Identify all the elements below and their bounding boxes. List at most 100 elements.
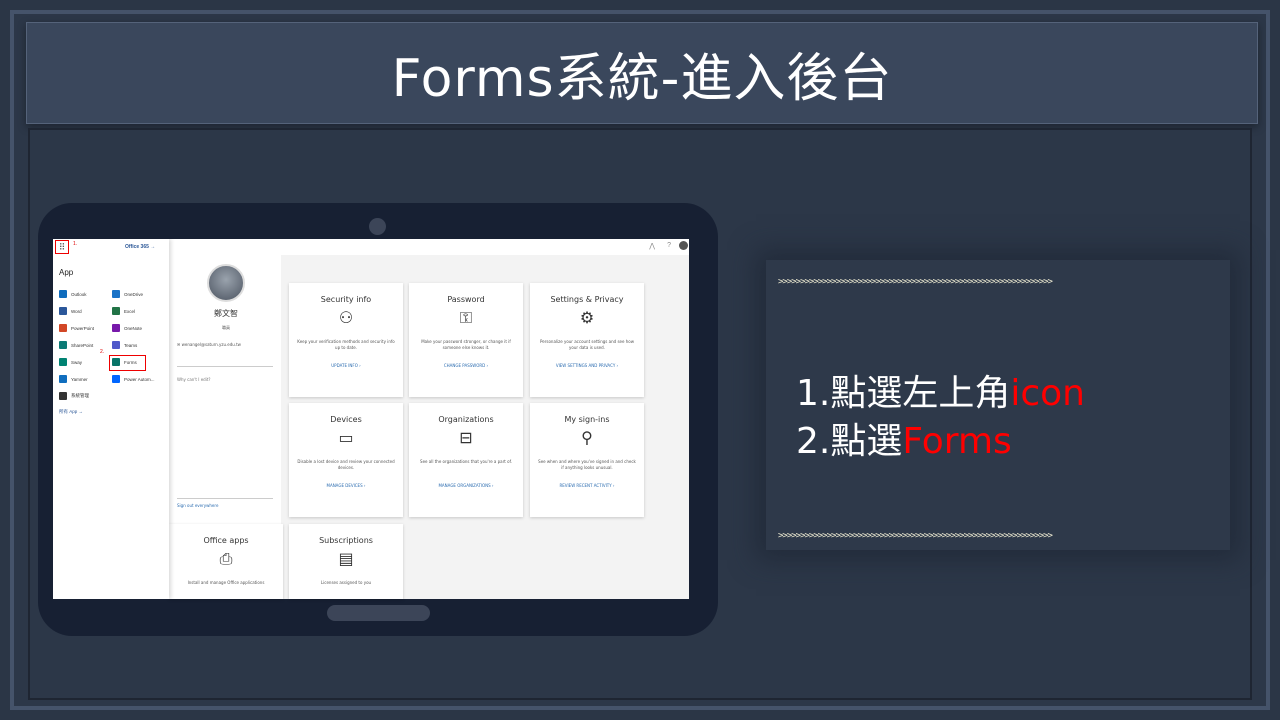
arrow-decoration-top: >>>>>>>>>>>>>>>>>>>>>>>>>>>>>>>>>>>>>>>>… (778, 277, 1053, 287)
card-security-info[interactable]: Security info ⚇ Keep your verification met… (289, 283, 403, 397)
excel-icon (112, 307, 120, 315)
card-link[interactable]: MANAGE ORGANIZATIONS › (409, 483, 523, 488)
card-title: Settings & Privacy (550, 295, 624, 304)
app-label: Forms (124, 359, 137, 365)
card-title: Devices (330, 415, 362, 424)
card-link[interactable]: UPDATE INFO › (289, 363, 403, 368)
onenote-icon (112, 324, 120, 332)
app-label: Excel (124, 308, 136, 314)
card-title: Subscriptions (319, 536, 373, 545)
card-description: Make your password stronger, or change i… (421, 339, 511, 350)
card-office-apps[interactable]: Office apps ⎙ Install and manage Office ap… (169, 524, 283, 599)
help-icon: ? (667, 242, 671, 249)
step-marker-1: 1. (73, 241, 78, 247)
app-label: Outlook (71, 291, 87, 297)
card-title: Office apps (203, 536, 249, 545)
profile-name: 鄭文智 (214, 309, 238, 318)
app-item-sway[interactable]: Sway (59, 358, 82, 366)
onedrive-icon (112, 290, 120, 298)
app-label: SharePoint (71, 342, 94, 348)
card-description: Keep your verification methods and secur… (297, 339, 395, 350)
card-description: See when and where you've signed in and … (538, 459, 636, 470)
word-icon (59, 307, 67, 315)
app-launcher: ⠿ 1. Office 365 → App 2. Outlook OneDrive… (53, 239, 169, 599)
card-title: My sign-ins (564, 415, 610, 424)
app-label: Sway (71, 359, 83, 365)
card-description: Licenses assigned to you (320, 580, 372, 585)
app-item-onedrive[interactable]: OneDrive (112, 290, 143, 298)
profile-avatar (207, 264, 245, 302)
powerpoint-icon (59, 324, 67, 332)
person-key-icon: ⚲ (581, 428, 593, 447)
card-description: Install and manage Office applications (187, 580, 265, 585)
arrow-decoration-bottom: >>>>>>>>>>>>>>>>>>>>>>>>>>>>>>>>>>>>>>>>… (778, 531, 1053, 541)
admin-icon (59, 392, 67, 400)
app-item-forms[interactable]: Forms (112, 358, 137, 366)
card-password[interactable]: Password ⚿ Make your password stronger, or… (409, 283, 523, 397)
step1-text: 1.點選左上角 (796, 373, 1011, 414)
card-link[interactable]: VIEW SETTINGS AND PRIVACY › (530, 363, 644, 368)
app-heading: App (59, 268, 74, 277)
app-label: PowerPoint (71, 325, 95, 331)
app-item-excel[interactable]: Excel (112, 307, 135, 315)
card-link[interactable]: MANAGE DEVICES › (289, 483, 403, 488)
card-description: See all the organizations that you're a … (420, 459, 512, 464)
sign-out-link[interactable]: Sign out everywhere (177, 503, 218, 508)
app-item-powerpoint[interactable]: PowerPoint (59, 324, 94, 332)
app-label: OneDrive (124, 291, 144, 297)
sway-icon (59, 358, 67, 366)
profile-role: 職員 (222, 325, 230, 330)
profile-email: ✉ wenangel@saturn.yzu.edu.tw (177, 342, 241, 347)
card-title: Security info (320, 295, 372, 304)
teams-icon (112, 341, 120, 349)
instruction-step-2: 2.點選Forms (796, 412, 1012, 464)
instruction-step-1: 1.點選左上角icon (796, 364, 1085, 416)
app-label: Word (71, 308, 82, 314)
sharepoint-icon (59, 341, 67, 349)
card-settings-privacy[interactable]: Settings & Privacy ⚙ Personalize your acco… (530, 283, 644, 397)
app-item-onenote[interactable]: OneNote (112, 324, 142, 332)
app-label: Power Autom... (124, 376, 155, 382)
install-icon: ⎙ (219, 549, 233, 568)
card-organizations[interactable]: Organizations ⊟ See all the organizations … (409, 403, 523, 517)
app-label: 系統管理 (71, 393, 89, 398)
briefcase-icon: ⊟ (459, 428, 473, 447)
waffle-icon[interactable]: ⠿ (55, 240, 69, 254)
app-label: Yammer (71, 376, 88, 382)
card-link[interactable]: CHANGE PASSWORD › (409, 363, 523, 368)
office365-link[interactable]: Office 365 → (125, 244, 155, 250)
card-link[interactable]: REVIEW RECENT ACTIVITY › (530, 483, 644, 488)
step1-highlight: icon (1010, 373, 1085, 414)
laptop-icon: ▭ (338, 428, 354, 447)
app-item-sharepoint[interactable]: SharePoint (59, 341, 93, 349)
power-automate-icon (112, 375, 120, 383)
card-icon: ▤ (338, 549, 354, 568)
card-devices[interactable]: Devices ▭ Disable a lost device and review… (289, 403, 403, 517)
avatar[interactable] (679, 241, 688, 250)
step2-highlight: Forms (902, 421, 1012, 462)
app-item-word[interactable]: Word (59, 307, 82, 315)
step2-text: 2.點選 (796, 421, 903, 462)
card-subscriptions[interactable]: Subscriptions ▤ Licenses assigned to you (289, 524, 403, 599)
app-item-teams[interactable]: Teams (112, 341, 137, 349)
forms-icon (112, 358, 120, 366)
why-edit-text: Why can't I edit? (177, 377, 211, 382)
email-text: wenangel@saturn.yzu.edu.tw (181, 342, 241, 347)
app-label: OneNote (124, 325, 143, 331)
home-button (327, 605, 430, 621)
network-icon: ⋀ (649, 243, 655, 250)
app-item-yammer[interactable]: Yammer (59, 375, 88, 383)
app-item-power-autom-[interactable]: Power Autom... (112, 375, 155, 383)
divider (177, 498, 273, 499)
card-my-sign-ins[interactable]: My sign-ins ⚲ See when and where you've si… (530, 403, 644, 517)
title-bar: Forms系統-進入後台 (26, 22, 1258, 124)
app-label: Teams (124, 342, 138, 348)
key-icon: ⚿ (459, 308, 473, 327)
step-marker-2: 2. (100, 349, 105, 355)
app-item--[interactable]: 系統管理 (59, 392, 89, 400)
app-item-outlook[interactable]: Outlook (59, 290, 87, 298)
all-apps-link[interactable]: 所有 App → (59, 409, 83, 415)
camera-icon (369, 218, 386, 235)
card-description: Disable a lost device and review your co… (297, 459, 395, 470)
card-title: Organizations (438, 415, 494, 424)
